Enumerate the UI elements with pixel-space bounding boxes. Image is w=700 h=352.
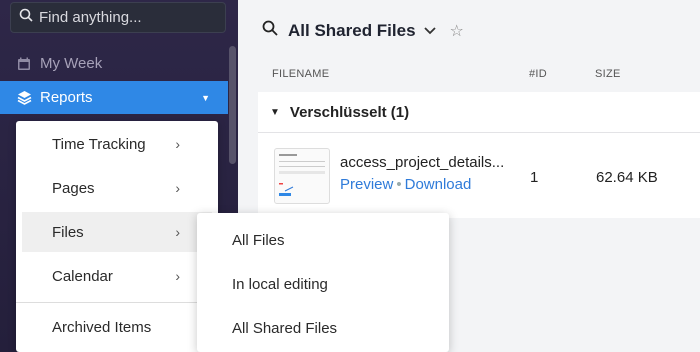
preview-link[interactable]: Preview: [340, 176, 393, 193]
sidebar-item-my-week[interactable]: My Week: [0, 47, 228, 80]
chevron-down-icon[interactable]: [423, 23, 436, 38]
separator: •: [396, 176, 402, 193]
chevron-right-icon: ›: [175, 224, 180, 240]
submenu-item-in-local-editing[interactable]: In local editing: [197, 264, 449, 304]
column-header-id[interactable]: #ID: [529, 68, 547, 80]
page-header: All Shared Files ☆: [262, 20, 464, 41]
files-submenu: All Files In local editing All Shared Fi…: [197, 213, 449, 352]
chevron-right-icon: ›: [175, 136, 180, 152]
menu-item-archived-items[interactable]: Archived Items: [22, 307, 212, 347]
sidebar-item-label: My Week: [40, 55, 103, 72]
collapse-triangle-icon[interactable]: ▼: [270, 107, 280, 118]
file-size: 62.64 KB: [596, 169, 658, 186]
calendar-icon: [16, 56, 32, 72]
menu-item-label: Pages: [52, 179, 95, 197]
download-link[interactable]: Download: [405, 176, 472, 193]
file-thumbnail[interactable]: [274, 148, 330, 204]
menu-item-time-tracking[interactable]: Time Tracking ›: [22, 124, 212, 164]
star-icon[interactable]: ☆: [450, 21, 464, 41]
submenu-item-all-files[interactable]: All Files: [197, 220, 449, 260]
reports-menu: Time Tracking › Pages › Files › Calendar…: [16, 121, 218, 352]
menu-item-label: Files: [52, 223, 84, 241]
search-icon: [19, 8, 33, 27]
page-title[interactable]: All Shared Files: [288, 21, 416, 41]
submenu-item-all-shared-files[interactable]: All Shared Files: [197, 308, 449, 348]
sidebar-item-reports[interactable]: Reports ▼: [0, 81, 228, 114]
menu-item-calendar[interactable]: Calendar ›: [22, 256, 212, 296]
menu-item-label: Archived Items: [52, 318, 152, 336]
file-actions: Preview • Download: [340, 176, 471, 193]
submenu-item-label: In local editing: [232, 275, 328, 293]
submenu-item-label: All Files: [232, 231, 285, 249]
file-id: 1: [530, 169, 539, 186]
group-header[interactable]: ▼ Verschlüsselt (1): [258, 92, 700, 133]
chevron-right-icon: ›: [175, 268, 180, 284]
search-box[interactable]: [10, 2, 226, 33]
menu-item-files[interactable]: Files ›: [22, 212, 212, 252]
column-header-size[interactable]: SIZE: [595, 68, 621, 80]
sidebar-item-label: Reports: [40, 89, 93, 106]
file-name[interactable]: access_project_details...: [340, 154, 504, 171]
sidebar-scrollbar[interactable]: [229, 46, 236, 164]
menu-item-pages[interactable]: Pages ›: [22, 168, 212, 208]
caret-down-icon: ▼: [201, 92, 210, 103]
group-label: Verschlüsselt (1): [289, 103, 410, 121]
menu-item-label: Time Tracking: [52, 135, 146, 153]
layers-icon: [16, 90, 32, 106]
menu-item-label: Calendar: [52, 267, 113, 285]
submenu-item-label: All Shared Files: [232, 319, 338, 337]
chevron-right-icon: ›: [175, 180, 180, 196]
menu-divider: [16, 302, 218, 303]
file-group: ▼ Verschlüsselt (1) access_project_detai…: [258, 92, 700, 218]
column-header-filename[interactable]: FILENAME: [272, 68, 329, 80]
search-input[interactable]: [39, 9, 219, 26]
search-icon[interactable]: [262, 20, 278, 41]
